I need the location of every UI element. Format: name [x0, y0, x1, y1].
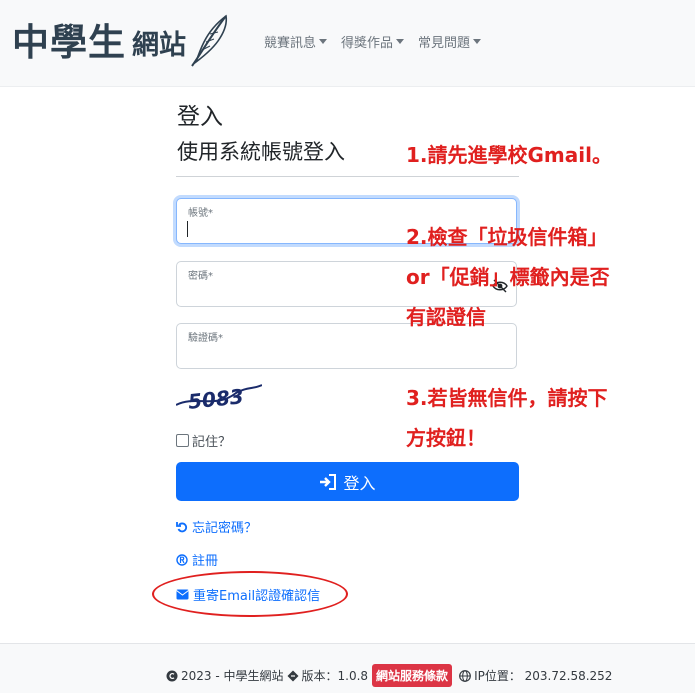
registered-icon: [176, 553, 188, 566]
nav-label: 得獎作品: [341, 36, 394, 51]
nav-label: 競賽訊息: [264, 36, 317, 51]
caret-down-icon: [473, 39, 482, 44]
nav-dropdown-competition[interactable]: 競賽訊息: [264, 32, 328, 51]
footer-ip: IP位置： 203.72.58.252: [474, 669, 613, 683]
navbar: 中學生 網站 競賽訊息 得獎作品 常見問題: [0, 0, 695, 87]
captcha-image[interactable]: 5083: [175, 375, 263, 415]
divider: [176, 176, 519, 177]
undo-icon: [176, 521, 188, 532]
captcha-label: 驗證碼*: [188, 333, 223, 344]
annotation-step2-line3: 有認證信: [406, 305, 486, 329]
code-branch-icon: [287, 670, 298, 681]
remember-me[interactable]: 記住？: [176, 431, 231, 450]
annotation-step3-line2: 方按鈕！: [406, 426, 486, 450]
highlight-circle: [152, 571, 348, 617]
remember-checkbox[interactable]: [176, 434, 189, 447]
captcha-input[interactable]: 驗證碼*: [176, 323, 517, 369]
login-button-label: 登入: [343, 473, 376, 493]
annotation-step1: 1.請先進學校Gmail。: [406, 143, 612, 167]
register-link[interactable]: 註冊: [176, 550, 218, 569]
feather-icon: [191, 14, 228, 67]
page-subtitle: 使用系統帳號登入: [177, 140, 345, 164]
nav-label: 常見問題: [418, 36, 471, 51]
account-label: 帳號*: [188, 208, 213, 219]
annotation-step2-line1: 2.檢查「垃圾信件箱」: [406, 225, 608, 249]
nav-dropdown-awards[interactable]: 得獎作品: [341, 32, 405, 51]
caret-down-icon: [396, 39, 405, 44]
register-label: 註冊: [192, 554, 219, 569]
login-button[interactable]: 登入: [176, 462, 519, 501]
annotation-step2-line2: or「促銷」標籤內是否: [406, 265, 610, 289]
sign-in-icon: [320, 473, 337, 490]
page-title: 登入: [177, 104, 223, 130]
globe-icon: [459, 669, 471, 682]
terms-badge-link[interactable]: 網站服務條款: [372, 664, 453, 687]
caret-down-icon: [319, 39, 328, 44]
captcha-text: 5083: [187, 384, 245, 414]
password-label: 密碼*: [188, 271, 213, 282]
forgot-password-label: 忘記密碼？: [192, 521, 258, 536]
nav-menu: 競賽訊息 得獎作品 常見問題: [264, 32, 495, 51]
captcha-graphic: 5083: [175, 384, 263, 414]
nav-dropdown-faq[interactable]: 常見問題: [418, 32, 482, 51]
logo-main-text: 中學生: [12, 19, 126, 64]
footer-copyright: 2023 - 中學生網站: [181, 669, 284, 683]
site-logo[interactable]: 中學生 網站: [12, 14, 232, 70]
logo-sub-text: 網站: [132, 29, 186, 61]
text-cursor: [187, 221, 188, 237]
annotation-step3-line1: 3.若皆無信件，請按下: [406, 386, 608, 410]
copyright-icon: [166, 670, 178, 681]
remember-label: 記住？: [192, 435, 232, 450]
footer: 2023 - 中學生網站 版本：1.0.8 網站服務條款 IP位置： 203.7…: [0, 644, 695, 693]
forgot-password-link[interactable]: 忘記密碼？: [176, 517, 257, 536]
footer-version: 版本：1.0.8: [301, 669, 369, 683]
